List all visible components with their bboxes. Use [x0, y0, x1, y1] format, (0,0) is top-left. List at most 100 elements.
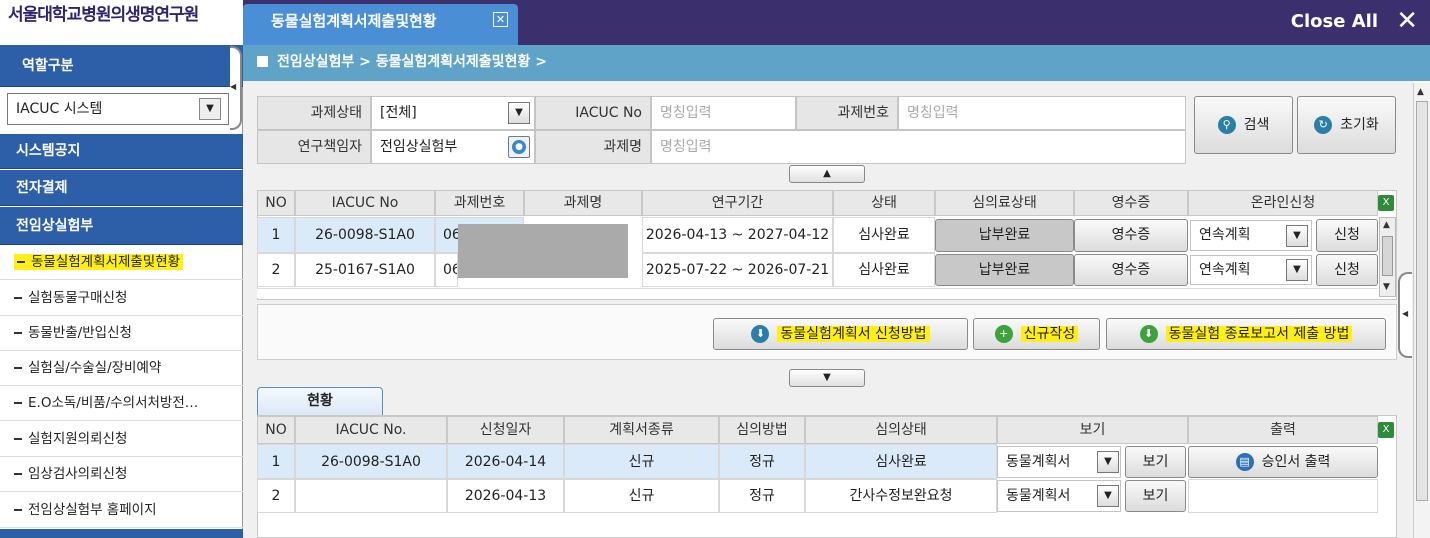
scroll-down-icon[interactable]: ▼	[1383, 282, 1390, 292]
chevron-left-icon: ◀	[230, 82, 237, 91]
bullet-icon	[14, 367, 22, 369]
sidebar-item-support-request[interactable]: 실험지원의뢰신청	[0, 422, 243, 457]
cell-iacuc: 25-0167-S1A0	[295, 253, 435, 287]
sidebar-section-notice[interactable]: 시스템공지	[0, 134, 243, 169]
cell-date: 2026-04-13	[447, 479, 564, 513]
table-scrollbar[interactable]: ▲ ▼	[1379, 217, 1396, 297]
taskno-input[interactable]: 명칭입력	[898, 96, 1186, 130]
page-scrollbar[interactable]: ▲	[1413, 83, 1430, 538]
col-header-iacuc: IACUC No	[295, 190, 435, 216]
chevron-up-icon: ▲	[823, 168, 831, 179]
col-header-online: 온라인신청	[1188, 190, 1378, 216]
cell-status: 심사완료	[833, 253, 935, 287]
redacted-area	[458, 224, 628, 278]
title-label: 과제명	[535, 130, 651, 164]
close-all-button[interactable]: Close All	[1291, 10, 1378, 34]
cell-no: 2	[257, 479, 295, 513]
col-header-date: 신청일자	[447, 416, 564, 444]
role-select[interactable]: IACUC 시스템	[7, 93, 229, 125]
expand-button[interactable]: ▼	[789, 369, 865, 387]
cell-type: 신규	[564, 444, 719, 479]
square-icon	[257, 56, 268, 67]
col-header-iacuc: IACUC No.	[295, 416, 447, 444]
view-button[interactable]: 보기	[1125, 480, 1186, 512]
bullet-icon	[14, 297, 22, 299]
fee-status-button[interactable]: 납부완료	[935, 254, 1074, 286]
cell-state: 심사완료	[805, 444, 997, 479]
cell-taskno: 06	[435, 253, 458, 287]
col-header-view: 보기	[997, 416, 1188, 444]
reset-button[interactable]: ↻ 초기화	[1297, 96, 1396, 154]
tab-close-icon[interactable]: ✕	[493, 12, 508, 27]
final-report-method-button[interactable]: ⬇ 동물실험 종료보고서 제출 방법	[1106, 318, 1386, 350]
sidebar-section-preclinical[interactable]: 전임상실험부	[0, 207, 243, 245]
application-method-button[interactable]: ⬇ 동물실험계획서 신청방법	[713, 318, 968, 350]
new-write-button[interactable]: + 신규작성	[973, 318, 1100, 350]
col-header-status: 상태	[833, 190, 935, 216]
chevron-down-icon[interactable]: ▼	[199, 98, 221, 120]
col-header-taskno: 과제번호	[435, 190, 524, 216]
iacuc-input[interactable]: 명칭입력	[651, 96, 796, 130]
apply-button[interactable]: 신청	[1316, 219, 1378, 252]
status-label: 과제상태	[257, 96, 371, 130]
col-header-no: NO	[257, 416, 295, 444]
refresh-icon: ↻	[1314, 116, 1333, 134]
chevron-down-icon[interactable]: ▼	[1286, 225, 1308, 247]
pi-label: 연구책임자	[257, 130, 371, 164]
col-header-method: 심의방법	[719, 416, 805, 444]
chevron-down-icon[interactable]: ▼	[508, 102, 530, 124]
scroll-up-icon[interactable]: ▲	[1383, 220, 1390, 230]
tab-status[interactable]: 현황	[257, 387, 383, 415]
right-panel-handle[interactable]: ◀	[1398, 272, 1412, 358]
bullet-icon	[14, 438, 22, 440]
sidebar-item-eo-sterilization[interactable]: E.O소독/비품/수의서처방전…	[0, 386, 243, 421]
col-header-title: 과제명	[524, 190, 642, 216]
printer-icon: ▤	[1235, 453, 1254, 471]
sidebar-item-animal-plan[interactable]: 동물실험계획서제출및현황	[0, 245, 243, 280]
col-header-receipt: 영수증	[1074, 190, 1188, 216]
receipt-button[interactable]: 영수증	[1074, 219, 1188, 252]
apply-button[interactable]: 신청	[1316, 254, 1378, 286]
excel-export-icon[interactable]: X	[1378, 195, 1394, 211]
collapse-search-button[interactable]: ▲	[789, 165, 865, 183]
cell-no: 2	[257, 253, 295, 287]
cell-method: 정규	[719, 479, 805, 513]
sidebar-item-lab-reserve[interactable]: 실험실/수술실/장비예약	[0, 351, 243, 386]
fee-status-button[interactable]: 납부완료	[935, 219, 1074, 252]
pi-search-button[interactable]: ●	[508, 136, 530, 158]
sidebar-item-animal-transfer[interactable]: 동물반출/반입신청	[0, 316, 243, 351]
cell-no: 1	[257, 217, 295, 253]
chevron-left-icon: ◀	[1402, 309, 1409, 318]
sidebar-footer	[0, 529, 243, 538]
chevron-down-icon[interactable]: ▼	[1097, 485, 1119, 507]
scroll-up-icon[interactable]: ▲	[1417, 87, 1424, 97]
bullet-icon	[17, 261, 25, 263]
title-input[interactable]: 명칭입력	[651, 130, 1186, 164]
breadcrumb: 전임상실험부 > 동물실험계획서제출및현황 >	[243, 45, 1430, 81]
cell-period: 2026-04-13 ~ 2027-04-12	[642, 217, 833, 253]
view-button[interactable]: 보기	[1125, 446, 1186, 478]
chevron-down-icon[interactable]: ▼	[1097, 451, 1119, 473]
sidebar-item-animal-purchase[interactable]: 실험동물구매신청	[0, 281, 243, 316]
scroll-thumb[interactable]	[1382, 236, 1393, 276]
receipt-button[interactable]: 영수증	[1074, 254, 1188, 286]
cell-period: 2025-07-22 ~ 2026-07-21	[642, 253, 833, 287]
scroll-thumb[interactable]	[1416, 101, 1428, 501]
download-icon: ⬇	[751, 325, 770, 343]
excel-export-icon[interactable]: X	[1378, 422, 1394, 438]
cell-no: 1	[257, 444, 295, 479]
sidebar-section-approval[interactable]: 전자결제	[0, 170, 243, 206]
close-all-icon[interactable]: ✕	[1396, 7, 1418, 35]
chevron-down-icon: ▼	[823, 372, 831, 383]
tab-active[interactable]: 동물실험계획서제출및현황	[243, 4, 518, 45]
cell-type: 신규	[564, 479, 719, 513]
bullet-icon	[14, 509, 22, 511]
sidebar-collapse-handle[interactable]: ◀	[230, 46, 242, 130]
logo[interactable]: 서울대학교병원의생명연구원	[0, 0, 243, 45]
chevron-down-icon[interactable]: ▼	[1286, 259, 1308, 281]
print-approval-button[interactable]: ▤ 승인서 출력	[1188, 446, 1378, 478]
sidebar-item-homepage[interactable]: 전임상실험부 홈페이지	[0, 493, 243, 528]
search-button[interactable]: ⚲ 검색	[1194, 96, 1293, 154]
cell-date: 2026-04-14	[447, 444, 564, 479]
sidebar-item-clinical-test[interactable]: 임상검사의뢰신청	[0, 457, 243, 492]
